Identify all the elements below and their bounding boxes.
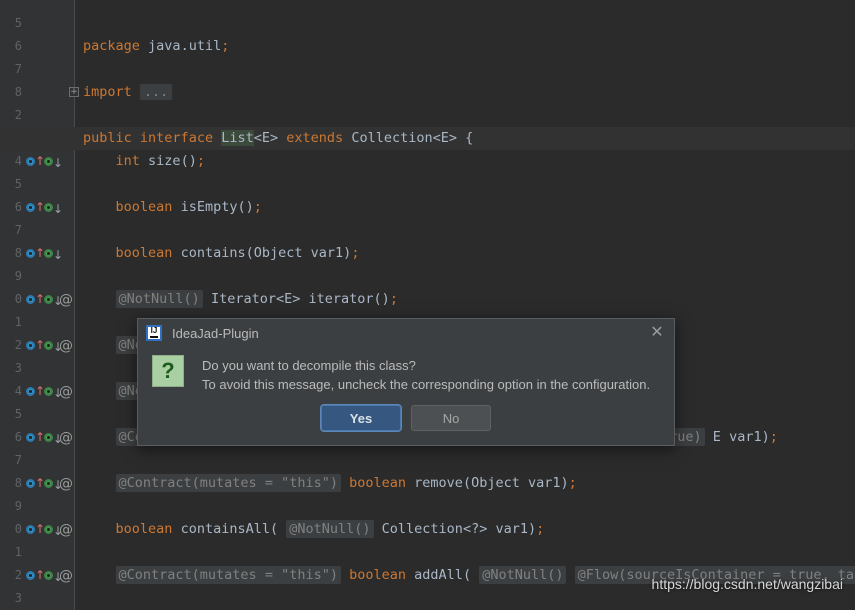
code-line-text: @Contract(mutates = "this") boolean remo… [83, 472, 577, 495]
code-line-text: @Contract(mutates = "this") boolean addA… [83, 564, 855, 587]
code-line-text: @NotNull() Iterator<E> iterator(); [83, 288, 398, 311]
code-line[interactable] [0, 587, 855, 610]
code-line[interactable]: @Contract(mutates = "this") boolean remo… [0, 472, 855, 495]
dialog-body: ? Do you want to decompile this class? T… [138, 347, 674, 394]
import-fold-placeholder[interactable]: ... [139, 84, 173, 100]
code-line-text: boolean containsAll( @NotNull() Collecti… [115, 520, 545, 538]
code-line[interactable]: import ... [0, 81, 855, 104]
code-line[interactable] [0, 449, 855, 472]
code-line-text: import ... [83, 81, 173, 104]
code-line-text: package java.util; [83, 38, 230, 54]
code-line[interactable] [0, 265, 855, 288]
code-line[interactable] [0, 219, 855, 242]
ide-window: 5678+23↓4↑↓56↑↓78↑↓90↑↓@12↑↓@34↑↓@56↑↓@7… [0, 0, 855, 610]
no-button[interactable]: No [411, 405, 491, 431]
code-line-text: boolean isEmpty(); [115, 199, 262, 215]
code-line[interactable] [0, 173, 855, 196]
yes-button[interactable]: Yes [320, 404, 402, 432]
dialog-message-secondary: To avoid this message, uncheck the corre… [202, 377, 651, 392]
code-line[interactable] [0, 541, 855, 564]
code-line[interactable]: @Contract(mutates = "this") boolean addA… [0, 564, 855, 587]
dialog-title: IdeaJad-Plugin [172, 325, 259, 341]
code-line[interactable]: @NotNull() Iterator<E> iterator(); [0, 288, 855, 311]
intellij-logo-icon [146, 325, 162, 341]
question-icon: ? [152, 355, 184, 387]
code-line-text: public interface List<E> extends Collect… [83, 130, 474, 146]
dialog-button-bar: Yes No [138, 404, 674, 432]
code-line[interactable]: boolean containsAll( @NotNull() Collecti… [0, 518, 855, 541]
dialog-message-primary: Do you want to decompile this class? [202, 358, 416, 373]
code-line[interactable] [0, 12, 855, 35]
code-line[interactable] [0, 495, 855, 518]
code-line-text: boolean contains(Object var1); [115, 245, 360, 261]
dialog-title-bar: IdeaJad-Plugin ✕ [138, 319, 674, 347]
code-editor[interactable]: 5678+23↓4↑↓56↑↓78↑↓90↑↓@12↑↓@34↑↓@56↑↓@7… [0, 0, 855, 610]
code-line[interactable]: boolean isEmpty(); [0, 196, 855, 219]
code-line[interactable]: int size(); [0, 150, 855, 173]
code-line-text: int size(); [115, 153, 205, 169]
decompile-confirm-dialog[interactable]: IdeaJad-Plugin ✕ ? Do you want to decomp… [137, 318, 675, 446]
code-line[interactable]: public interface List<E> extends Collect… [0, 127, 855, 150]
code-line[interactable]: package java.util; [0, 35, 855, 58]
code-line[interactable] [0, 104, 855, 127]
code-line[interactable]: boolean contains(Object var1); [0, 242, 855, 265]
dialog-message-block: Do you want to decompile this class? To … [202, 355, 650, 394]
close-icon[interactable]: ✕ [648, 324, 666, 342]
code-line[interactable] [0, 58, 855, 81]
